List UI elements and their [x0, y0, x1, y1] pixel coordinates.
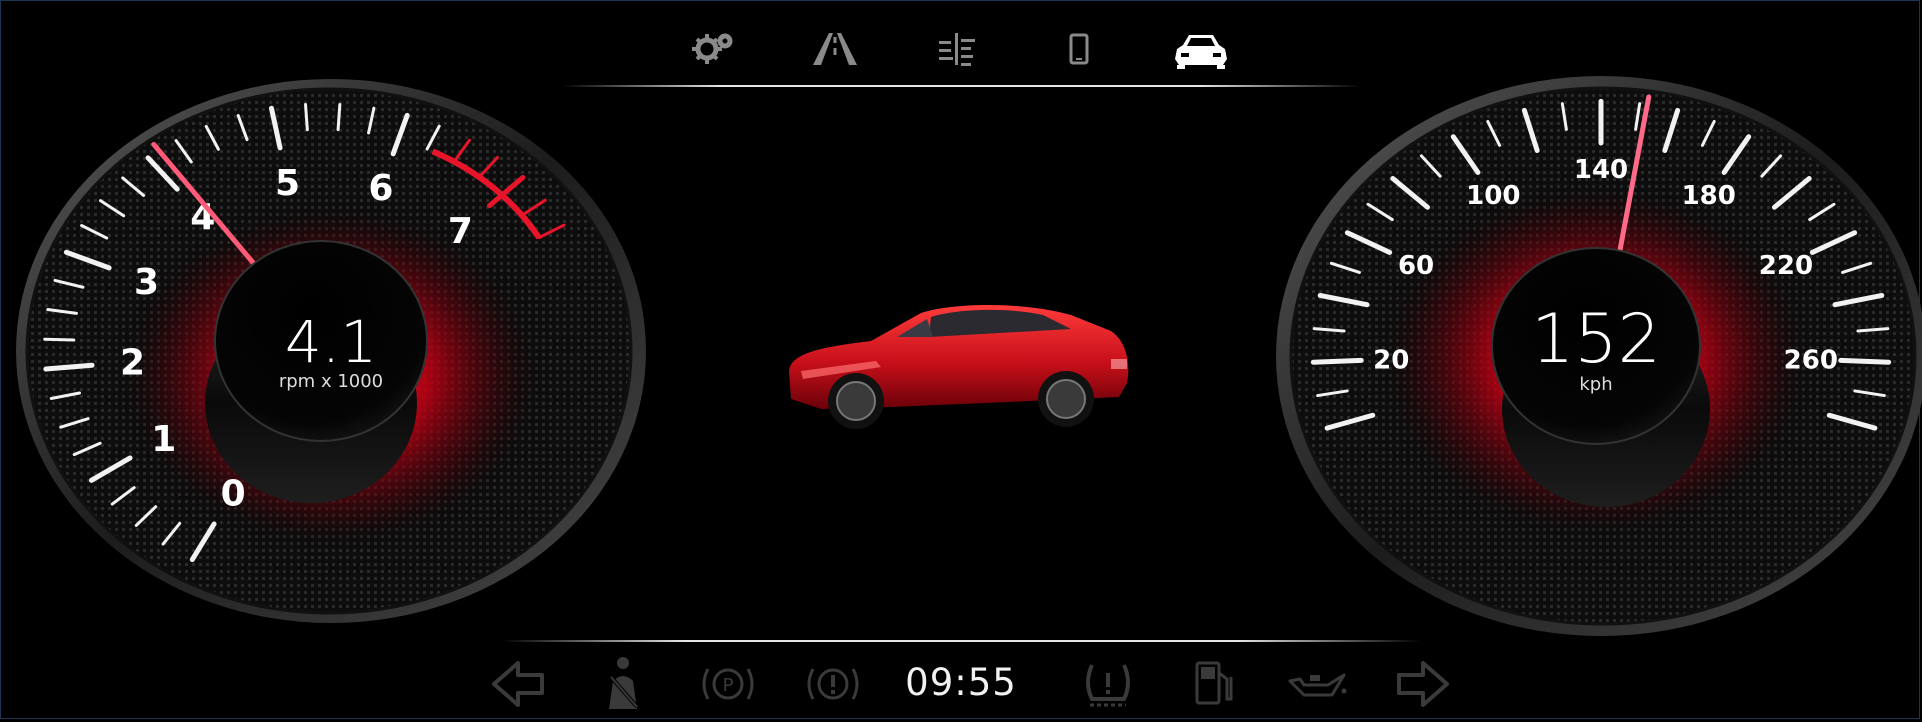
- tachometer-tick: [304, 103, 309, 132]
- tachometer-scale-label: 1: [151, 419, 176, 460]
- speedometer-tick: [1310, 357, 1364, 365]
- nav-vehicle[interactable]: [1169, 23, 1233, 75]
- top-navigation: [681, 23, 1261, 73]
- speedometer-readout: 152 kph: [1521, 300, 1671, 396]
- nav-media[interactable]: [925, 23, 989, 75]
- tachometer-scale-label: 3: [134, 262, 159, 303]
- road-icon: [813, 33, 857, 65]
- left-turn-indicator: [486, 651, 550, 717]
- parking-brake-indicator: P: [696, 651, 760, 717]
- tire-pressure-indicator: [1076, 651, 1140, 717]
- tachometer-scale-label: 0: [221, 473, 246, 514]
- nav-road[interactable]: [803, 23, 867, 75]
- svg-text:P: P: [723, 675, 734, 696]
- speedometer-scale-label: 260: [1784, 345, 1838, 375]
- speedometer-scale-label: 180: [1682, 181, 1736, 211]
- tachometer-readout: 4.1 rpm x 1000: [256, 313, 406, 392]
- oil-pressure-indicator: [1286, 651, 1350, 717]
- fuel-indicator: [1181, 651, 1245, 717]
- brake-warning-indicator: [801, 651, 865, 717]
- speedometer-scale-label: 60: [1398, 251, 1434, 281]
- oil-pressure-icon: [1288, 673, 1347, 697]
- left-turn-icon: [492, 661, 544, 707]
- car-icon: [1175, 35, 1227, 69]
- tachometer-tick: [336, 103, 342, 132]
- brake-warning-icon: [807, 668, 859, 700]
- tachometer-tick: [43, 337, 76, 342]
- dashboard-screen: 01234567 20 60 100 140 180 220 260 4.1 rpm x 1…: [0, 0, 1922, 719]
- right-turn-indicator: [1391, 651, 1455, 717]
- speedometer-scale-label: 220: [1759, 251, 1813, 281]
- speedometer-scale-label: 20: [1373, 345, 1409, 375]
- rpm-unit: rpm x 1000: [278, 371, 384, 392]
- bottom-divider: [501, 640, 1421, 642]
- nav-phone[interactable]: [1047, 23, 1111, 75]
- tachometer-scale-label: 7: [448, 211, 473, 252]
- clock-display: 09:55: [905, 661, 1017, 704]
- speed-value: 152: [1531, 300, 1661, 379]
- nav-settings[interactable]: [681, 23, 745, 75]
- speedometer-scale-label: 100: [1466, 181, 1520, 211]
- speedometer-scale-label: 140: [1574, 155, 1628, 185]
- phone-icon: [1069, 33, 1089, 65]
- seatbelt-indicator: [591, 651, 655, 717]
- rpm-value: 4.1: [284, 308, 378, 376]
- gears-icon: [692, 33, 733, 64]
- tachometer-scale-label: 5: [275, 163, 300, 204]
- top-divider: [561, 85, 1361, 87]
- parking-brake-icon: P: [702, 668, 754, 700]
- tire-pressure-icon: [1086, 664, 1130, 707]
- right-turn-icon: [1397, 661, 1449, 707]
- speedometer-tick: [1838, 357, 1892, 365]
- seatbelt-icon: [609, 657, 639, 709]
- tachometer-scale-label: 2: [120, 342, 145, 383]
- fuel-icon: [1195, 661, 1233, 705]
- car-image: [786, 305, 1129, 437]
- tachometer-scale-label: 6: [368, 168, 393, 209]
- equalizer-icon: [939, 33, 975, 66]
